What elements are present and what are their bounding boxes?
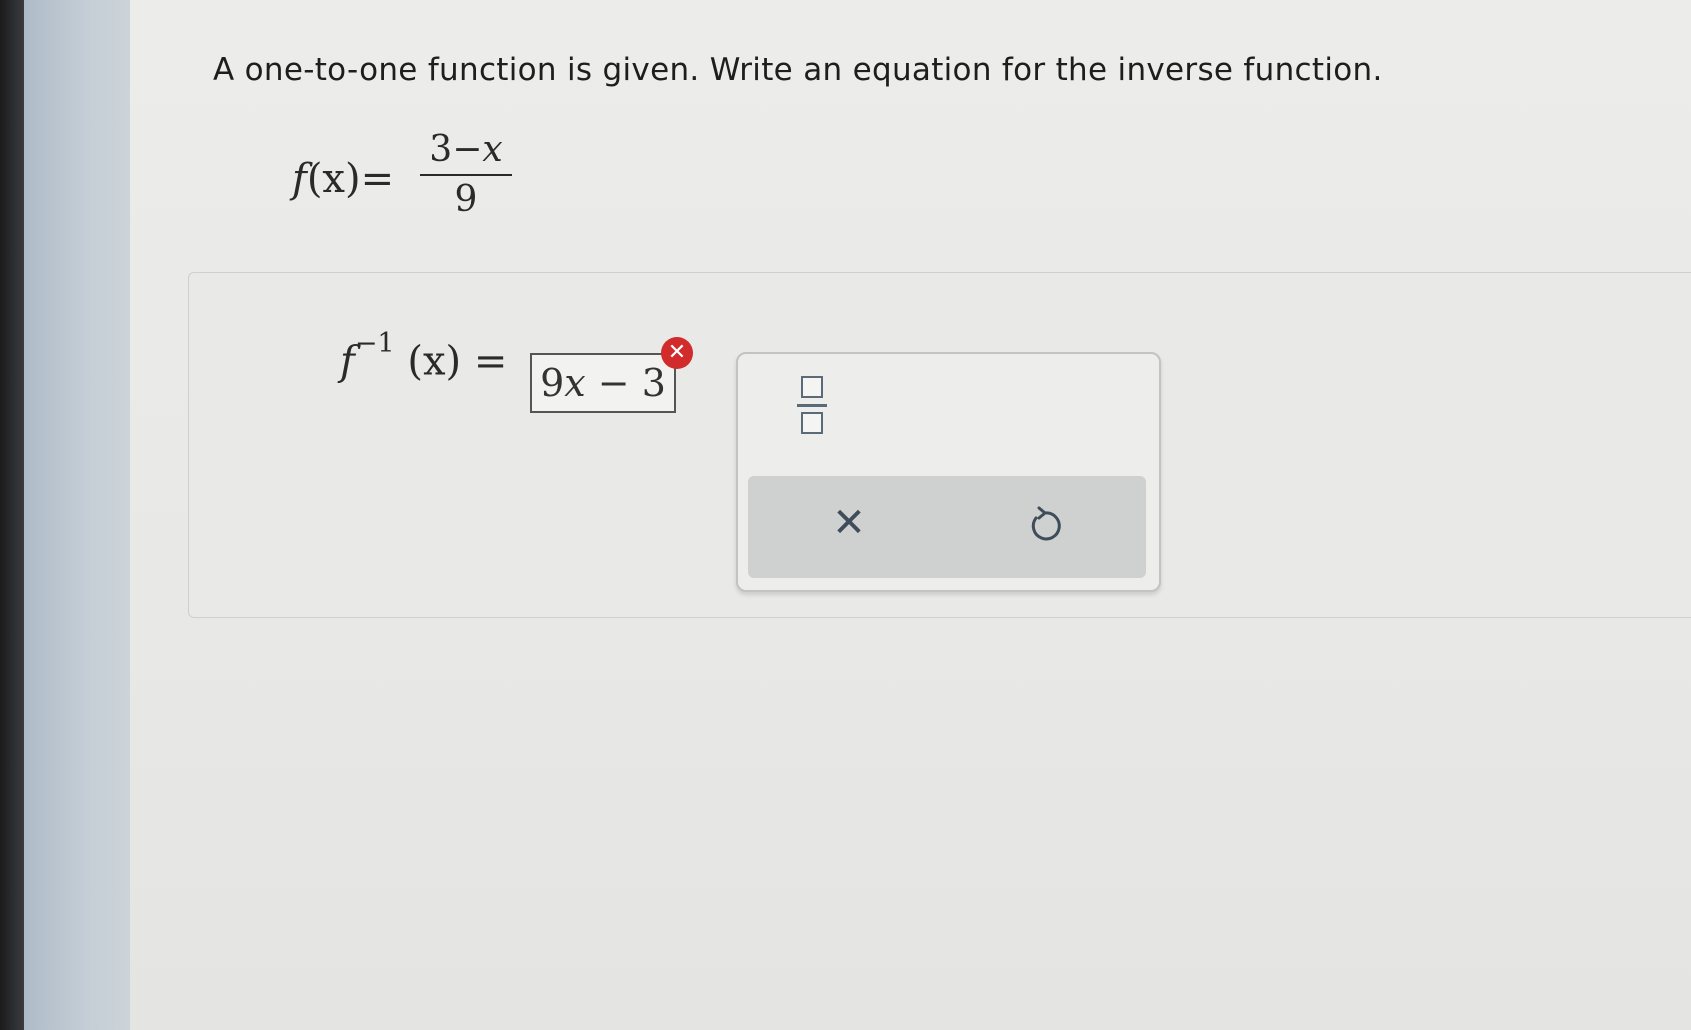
numerator-operator: − [452,129,483,170]
inverse-argument: (x) [407,338,462,385]
function-argument: (x) [306,156,361,202]
denominator-placeholder [801,412,823,434]
given-function-lhs: f(x)= [292,156,394,202]
left-margin [24,0,130,1030]
function-name: f [292,156,307,202]
inverse-exponent: −1 [354,328,395,359]
given-fraction: 3−x 9 [420,128,512,220]
equals-sign: = [360,156,395,202]
fraction-denominator: 9 [454,179,478,220]
answer-input[interactable]: 9x − 3 [530,353,676,413]
fraction-bar [420,174,512,176]
numerator-constant: 3 [429,129,453,170]
inverse-function-label: f−1 (x) = [340,328,508,385]
numerator-placeholder [801,376,823,398]
fraction-tool-bar [797,404,827,407]
given-function: f(x)= 3−x 9 [292,128,532,228]
incorrect-answer-icon: ✕ [661,337,693,369]
fraction-template-icon[interactable] [795,374,829,438]
clear-icon[interactable]: ✕ [826,500,872,546]
numerator-variable: x [482,129,503,170]
answer-coefficient: 9 [540,361,565,405]
fraction-numerator: 3−x [420,128,512,172]
undo-icon[interactable] [1022,502,1068,548]
palette-action-bar [748,476,1146,578]
inverse-name: f [340,338,355,385]
answer-variable: x [564,361,586,405]
question-text: A one-to-one function is given. Write an… [213,52,1383,88]
inverse-equals: = [473,338,508,385]
answer-remainder: − 3 [585,361,666,405]
device-bezel [0,0,24,1030]
